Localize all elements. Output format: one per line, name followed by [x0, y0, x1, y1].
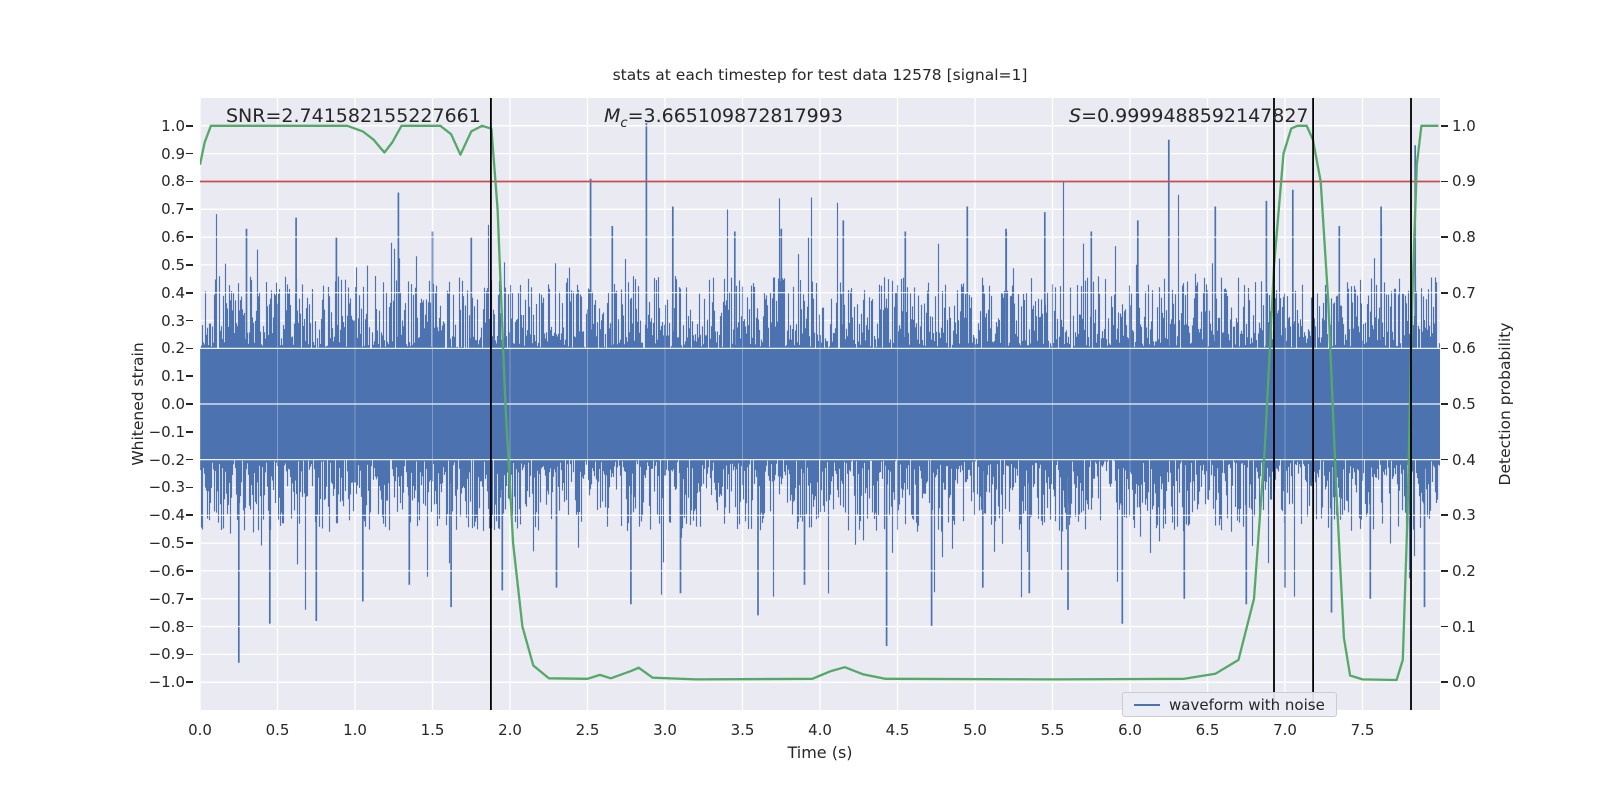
y-left-tick-label: 0.5	[161, 255, 185, 274]
y-right-tick-mark	[1441, 291, 1448, 294]
annotation-chirp-mass: Mc=3.665109872817993	[604, 103, 843, 131]
y-right-tick-mark	[1441, 236, 1448, 238]
x-tick-label: 1.5	[420, 721, 445, 739]
y-left-tick-label: −1.0	[148, 673, 185, 692]
score-value: =0.9999488592147827	[1081, 105, 1309, 127]
y-left-tick-mark	[186, 152, 193, 155]
x-tick-label: 3.5	[730, 721, 755, 739]
x-tick-label: 7.0	[1273, 721, 1297, 739]
y-left-tick-label: −0.2	[148, 450, 185, 469]
figure: stats at each timestep for test data 125…	[0, 0, 1600, 800]
y-left-tick-label: 0.1	[161, 367, 185, 386]
annotation-score: S=0.9999488592147827	[1069, 103, 1309, 129]
x-tick-label: 2.5	[575, 721, 600, 739]
y-left-tick-mark	[186, 625, 193, 628]
x-tick-label: 3.0	[653, 721, 677, 739]
y-right-tick-mark	[1441, 570, 1448, 572]
y-left-tick-mark	[186, 264, 193, 266]
y-left-tick-label: −0.5	[148, 534, 185, 553]
x-tick-label: 4.0	[808, 721, 832, 739]
y-left-tick-mark	[186, 542, 193, 544]
x-axis-label: Time (s)	[787, 743, 853, 762]
y-right-tick-mark	[1441, 403, 1448, 405]
y-left-tick-label: 0.7	[161, 200, 185, 219]
chart-title: stats at each timestep for test data 125…	[612, 66, 1028, 84]
y-left-tick-label: 0.8	[161, 172, 185, 191]
x-tick-label: 4.5	[885, 721, 910, 739]
y-right-tick-label: 0.8	[1452, 228, 1476, 247]
x-tick-label: 5.5	[1040, 721, 1065, 739]
snr-text: SNR=2.741582155227661	[226, 105, 481, 127]
y-left-tick-mark	[186, 431, 193, 433]
y-left-tick-label: −0.3	[148, 478, 185, 497]
x-tick-label: 5.0	[963, 721, 987, 739]
y-left-tick-mark	[186, 681, 193, 683]
y-right-tick-mark	[1441, 125, 1448, 127]
x-tick-label: 2.0	[498, 721, 522, 739]
y-left-tick-mark	[186, 347, 193, 350]
chirp-mass-value: =3.665109872817993	[627, 105, 843, 127]
x-tick-label: 1.0	[343, 721, 367, 739]
y-right-tick-label: 0.6	[1452, 339, 1476, 358]
y-right-tick-mark	[1441, 514, 1448, 517]
legend-line-swatch	[1134, 703, 1160, 706]
y-left-tick-mark	[186, 570, 193, 572]
y-right-tick-mark	[1441, 625, 1448, 628]
y-right-tick-label: 0.7	[1452, 283, 1476, 302]
x-tick-label: 0.0	[188, 721, 212, 739]
x-tick-label: 0.5	[265, 721, 290, 739]
y-left-tick-mark	[186, 319, 193, 322]
y-left-tick-mark	[186, 291, 193, 294]
y-left-tick-label: 0.0	[161, 395, 185, 413]
y-left-tick-mark	[186, 514, 193, 517]
y-left-tick-label: −0.7	[148, 589, 185, 608]
y-left-tick-label: 0.2	[161, 339, 185, 358]
y-right-tick-label: 0.1	[1452, 617, 1476, 636]
y-left-tick-label: 0.9	[161, 144, 185, 163]
y-left-tick-label: 0.6	[161, 228, 185, 247]
y-right-tick-label: 0.9	[1452, 172, 1476, 191]
y-right-tick-mark	[1441, 458, 1448, 461]
y-right-tick-mark	[1441, 180, 1448, 183]
x-tick-label: 7.5	[1350, 721, 1375, 739]
y-left-tick-mark	[186, 486, 193, 489]
score-symbol: S	[1069, 105, 1082, 127]
y-left-tick-label: 1.0	[161, 116, 185, 135]
y-left-tick-mark	[186, 125, 193, 127]
y-left-tick-mark	[186, 208, 193, 211]
y-left-tick-label: −0.6	[148, 561, 185, 580]
x-tick-label: 6.5	[1195, 721, 1220, 739]
y-left-tick-label: −0.9	[148, 645, 185, 664]
y-left-tick-mark	[186, 375, 193, 377]
chirp-mass-subscript: c	[620, 115, 628, 131]
y-left-tick-mark	[186, 180, 193, 183]
y-left-tick-label: −0.4	[148, 506, 185, 525]
legend-label: waveform with noise	[1169, 695, 1325, 714]
y-left-tick-label: 0.4	[161, 283, 185, 302]
y-right-tick-label: 1.0	[1452, 116, 1476, 135]
y-left-tick-mark	[186, 653, 193, 656]
y-right-tick-mark	[1441, 681, 1448, 683]
y-left-tick-mark	[186, 236, 193, 238]
legend: waveform with noise	[1122, 692, 1337, 717]
y-left-tick-mark	[186, 458, 193, 461]
chirp-mass-symbol: M	[604, 105, 621, 127]
y-left-tick-mark	[186, 597, 193, 600]
y-right-tick-label: 0.5	[1452, 395, 1476, 413]
y-left-tick-label: −0.8	[148, 617, 185, 636]
chart-canvas	[200, 98, 1440, 710]
y-right-tick-label: 0.0	[1452, 673, 1476, 692]
annotation-snr: SNR=2.741582155227661	[226, 103, 481, 129]
plot-area: SNR=2.741582155227661 Mc=3.6651098728179…	[200, 98, 1440, 710]
y-left-tick-mark	[186, 403, 193, 405]
x-tick-label: 6.0	[1118, 721, 1142, 739]
y-right-tick-label: 0.3	[1452, 506, 1476, 525]
y-right-tick-mark	[1441, 347, 1448, 350]
y-left-tick-label: 0.3	[161, 311, 185, 330]
y-left-tick-label: −0.1	[148, 422, 185, 441]
y-right-tick-label: 0.2	[1452, 561, 1476, 580]
y-right-tick-label: 0.4	[1452, 450, 1476, 469]
